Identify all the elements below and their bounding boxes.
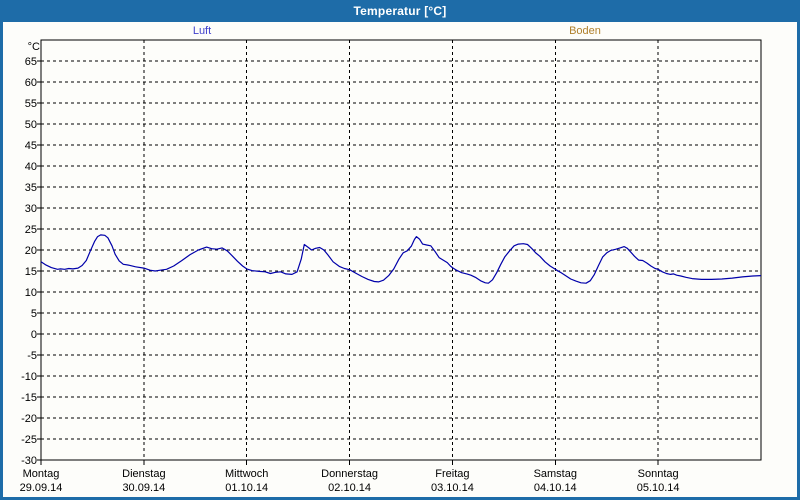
x-date-label: 29.09.14: [20, 482, 63, 494]
app-window: Temperatur [°C] 65 60 55 50 45 40 35 30 25 20 15 10…: [0, 0, 800, 500]
x-day-label: Freitag: [435, 468, 469, 480]
y-tick-label: 15: [25, 266, 37, 278]
y-tick-label: 25: [25, 224, 37, 236]
y-tick-label: 30: [25, 203, 37, 215]
y-tick-label: 35: [25, 182, 37, 194]
y-tick-label: -30: [21, 455, 37, 467]
legend-item-boden: Boden: [569, 25, 601, 37]
y-tick-label: -20: [21, 413, 37, 425]
y-tick-label: 5: [31, 308, 37, 320]
x-date-label: 05.10.14: [637, 482, 680, 494]
y-axis-unit-label: °C: [28, 41, 40, 53]
x-day-label: Dienstag: [122, 468, 165, 480]
x-day-label: Montag: [23, 468, 60, 480]
y-tick-label: 0: [31, 329, 37, 341]
y-tick-label: 60: [25, 77, 37, 89]
x-date-label: 03.10.14: [431, 482, 474, 494]
series-luft-line: [40, 234, 762, 284]
y-tick-label: 50: [25, 119, 37, 131]
y-tick-label: -10: [21, 371, 37, 383]
x-day-label: Samstag: [534, 468, 577, 480]
y-tick-label: -5: [27, 350, 37, 362]
x-date-label: 30.09.14: [122, 482, 165, 494]
y-tick-label: 20: [25, 245, 37, 257]
y-tick-label: -25: [21, 434, 37, 446]
y-tick-label: -15: [21, 392, 37, 404]
x-date-label: 02.10.14: [328, 482, 371, 494]
x-day-label: Donnerstag: [321, 468, 378, 480]
y-tick-label: 10: [25, 287, 37, 299]
x-day-label: Mittwoch: [225, 468, 268, 480]
x-date-label: 04.10.14: [534, 482, 577, 494]
y-tick-label: 65: [25, 56, 37, 68]
temperature-chart: 65605550454035302520151050-5-10-15-20-25…: [20, 39, 762, 494]
legend-item-luft: Luft: [192, 25, 212, 37]
x-day-label: Sonntag: [638, 468, 679, 480]
y-tick-label: 40: [25, 161, 37, 173]
x-date-label: 01.10.14: [225, 482, 268, 494]
y-tick-label: 45: [25, 140, 37, 152]
y-tick-label: 55: [25, 98, 37, 110]
